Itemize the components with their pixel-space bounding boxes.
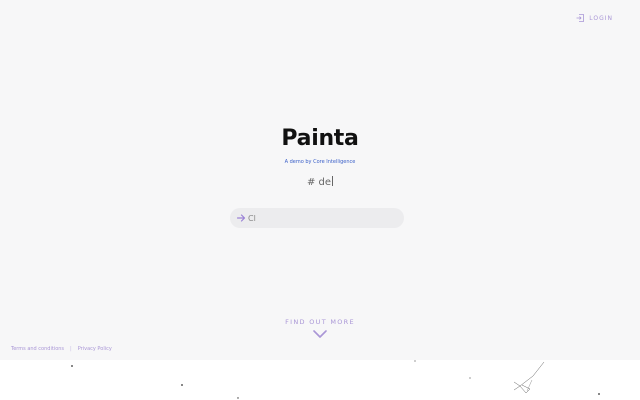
login-arrow-icon — [576, 14, 585, 22]
text-caret — [332, 176, 334, 186]
canvas-dot — [469, 377, 471, 379]
typing-hashtag: # de — [0, 176, 640, 188]
drawing-canvas[interactable] — [0, 360, 640, 400]
login-label: LOGIN — [589, 14, 613, 22]
arrow-right-icon[interactable] — [236, 213, 246, 223]
terms-link[interactable]: Terms and conditions — [11, 346, 64, 352]
search-bar[interactable] — [230, 208, 404, 228]
canvas-dot — [598, 393, 600, 395]
canvas-dot — [71, 365, 73, 367]
hashtag-text: # de — [306, 177, 332, 188]
canvas-dot — [414, 360, 416, 362]
hero-section: LOGIN Painta A demo by Core Intelligence… — [0, 0, 640, 360]
search-input[interactable] — [248, 213, 388, 223]
subtitle-link[interactable]: A demo by Core Intelligence — [0, 159, 640, 165]
canvas-dot — [237, 397, 239, 399]
login-button[interactable]: LOGIN — [576, 14, 613, 22]
footer-links: Terms and conditions | Privacy Policy — [11, 346, 112, 352]
canvas-stroke — [513, 361, 545, 391]
chevron-down-icon[interactable] — [313, 330, 327, 338]
canvas-stroke — [513, 381, 531, 394]
privacy-link[interactable]: Privacy Policy — [78, 346, 112, 352]
page: LOGIN Painta A demo by Core Intelligence… — [0, 0, 640, 400]
find-out-more-link[interactable]: FIND OUT MORE — [0, 318, 640, 326]
page-title: Painta — [281, 126, 359, 151]
footer-separator: | — [70, 346, 72, 352]
canvas-dot — [181, 384, 183, 386]
